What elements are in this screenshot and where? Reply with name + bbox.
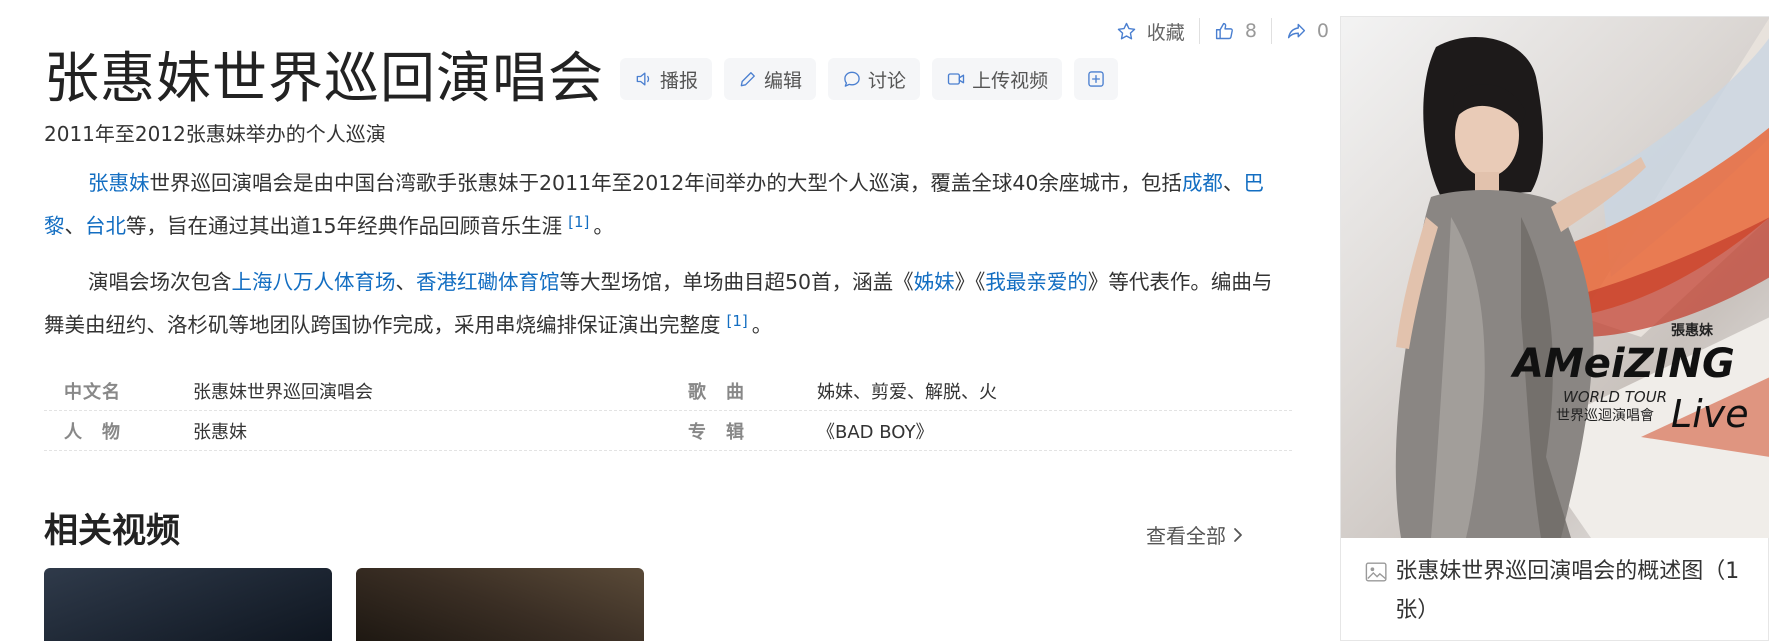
caption-text: 张惠妹世界巡回演唱会的概述图（1张） [1395,559,1740,623]
page-title: 张惠妹世界巡回演唱会 [44,46,605,110]
chat-bubble-icon [844,71,860,87]
collect-label: 收藏 [1146,21,1185,44]
reference-link[interactable]: [1] [568,213,589,231]
poster-artist-text: 張惠妹 [1671,322,1714,339]
para1-sep1: 、 [1222,171,1244,195]
video-thumbnail[interactable] [44,568,332,641]
infobox-row: 中文名 张惠妹世界巡回演唱会 歌 曲 姊妹、剪爱、解脱、火 [44,371,1292,411]
subtitle: 2011年至2012张惠妹举办的个人巡演 [44,122,386,146]
discuss-button[interactable]: 讨论 [828,58,921,100]
summary-poster-image[interactable]: 張惠妹 AMeiZING WORLD TOUR 世界巡迴演唱會 Live [1341,17,1769,538]
para1-text2: 等，旨在通过其出道15年经典作品回顾音乐生涯 [126,214,563,238]
link-shanghai-stadium[interactable]: 上海八万人体育场 [232,270,396,294]
infobox-key: 歌 曲 [688,381,745,403]
para1-sep2: 、 [64,214,86,238]
star-icon [1117,22,1136,39]
poster-cn-text: 世界巡迴演唱會 [1556,408,1654,424]
chevron-right-icon [1234,527,1242,542]
infobox-cell: 人 物 张惠妹 [44,418,668,444]
like-count: 8 [1244,20,1257,42]
video-camera-icon [947,73,965,85]
infobox-row: 人 物 张惠妹 专 辑 《BAD BOY》 [44,411,1292,451]
title-row: 张惠妹世界巡回演唱会 播报 编辑 讨论 上传视频 [44,46,1119,110]
infobox-value: 张惠妹世界巡回演唱会 [193,381,373,403]
view-all-label: 查看全部 [1146,524,1226,548]
poster-live-text: Live [1671,392,1749,436]
infobox-cell: 专 辑 《BAD BOY》 [668,418,1292,444]
infobox-value: 《BAD BOY》 [817,421,934,443]
infobox-value: 张惠妹 [193,421,247,443]
link-zhang-huimei[interactable]: 张惠妹 [88,171,150,195]
broadcast-label: 播报 [660,69,699,92]
infobox-value: 姊妹、剪爱、解脱、火 [817,381,997,403]
infobox-key: 中文名 [64,381,121,403]
link-song-sisters[interactable]: 姊妹 [914,270,955,294]
infobox: 中文名 张惠妹世界巡回演唱会 歌 曲 姊妹、剪爱、解脱、火 人 物 张惠妹 专 … [44,371,1292,451]
plus-square-icon [1088,71,1104,87]
share-icon [1287,23,1305,38]
poster-artwork: 張惠妹 AMeiZING WORLD TOUR 世界巡迴演唱會 Live [1395,18,1769,538]
para1-end: 。 [593,214,614,238]
share-count: 0 [1316,20,1329,42]
para2-text1: 演唱会场次包含 [88,270,232,294]
infobox-cell: 中文名 张惠妹世界巡回演唱会 [44,378,668,404]
link-song-dearest[interactable]: 我最亲爱的 [985,270,1088,294]
para2-text3: 》《 [954,270,986,294]
video-thumbnail[interactable] [356,568,644,641]
summary-paragraph-2: 演唱会场次包含上海八万人体育场、香港红磡体育馆等大型场馆，单场曲目超50首，涵盖… [44,263,1292,345]
pencil-icon [740,72,755,87]
collect-button[interactable]: 收藏 [1102,16,1199,46]
discuss-label: 讨论 [868,69,907,92]
upload-video-label: 上传视频 [972,69,1049,92]
edit-label: 编辑 [764,69,803,92]
edit-button[interactable]: 编辑 [724,58,817,100]
link-taipei[interactable]: 台北 [85,214,126,238]
speaker-icon [636,72,650,86]
like-button[interactable]: 8 [1200,16,1271,46]
link-hong-kong-coliseum[interactable]: 香港红磡体育馆 [416,270,560,294]
reference-link[interactable]: [1] [727,312,748,330]
summary-paragraph-1: 张惠妹世界巡回演唱会是由中国台湾歌手张惠妹于2011年至2012年间举办的大型个… [44,164,1292,246]
broadcast-button[interactable]: 播报 [620,58,713,100]
poster-brand-text: AMeiZING [1510,341,1735,387]
para1-text1: 世界巡回演唱会是由中国台湾歌手张惠妹于2011年至2012年间举办的大型个人巡演… [149,171,1182,195]
summary-image-panel: 張惠妹 AMeiZING WORLD TOUR 世界巡迴演唱會 Live 张惠妹… [1340,16,1769,641]
view-all-link[interactable]: 查看全部 [1146,520,1244,549]
title-tools: 播报 编辑 讨论 上传视频 [620,58,1119,100]
share-button[interactable]: 0 [1272,16,1343,46]
related-videos-title: 相关视频 [44,511,180,551]
top-actions: 收藏 8 0 [1102,16,1343,46]
poster-tour-text: WORLD TOUR [1563,388,1667,406]
image-gallery-icon [1365,562,1387,582]
para2-end: 。 [751,313,773,337]
para2-sep1: 、 [395,270,417,294]
thumbs-up-icon [1215,22,1233,39]
poster-caption[interactable]: 张惠妹世界巡回演唱会的概述图（1张） [1365,552,1755,630]
add-button[interactable] [1074,58,1119,100]
upload-video-button[interactable]: 上传视频 [932,58,1063,100]
infobox-key: 专 辑 [688,421,745,443]
para2-text2: 等大型场馆，单场曲目超50首，涵盖《 [559,270,914,294]
link-chengdu[interactable]: 成都 [1182,171,1223,195]
infobox-cell: 歌 曲 姊妹、剪爱、解脱、火 [668,378,1292,404]
infobox-key: 人 物 [64,421,121,443]
